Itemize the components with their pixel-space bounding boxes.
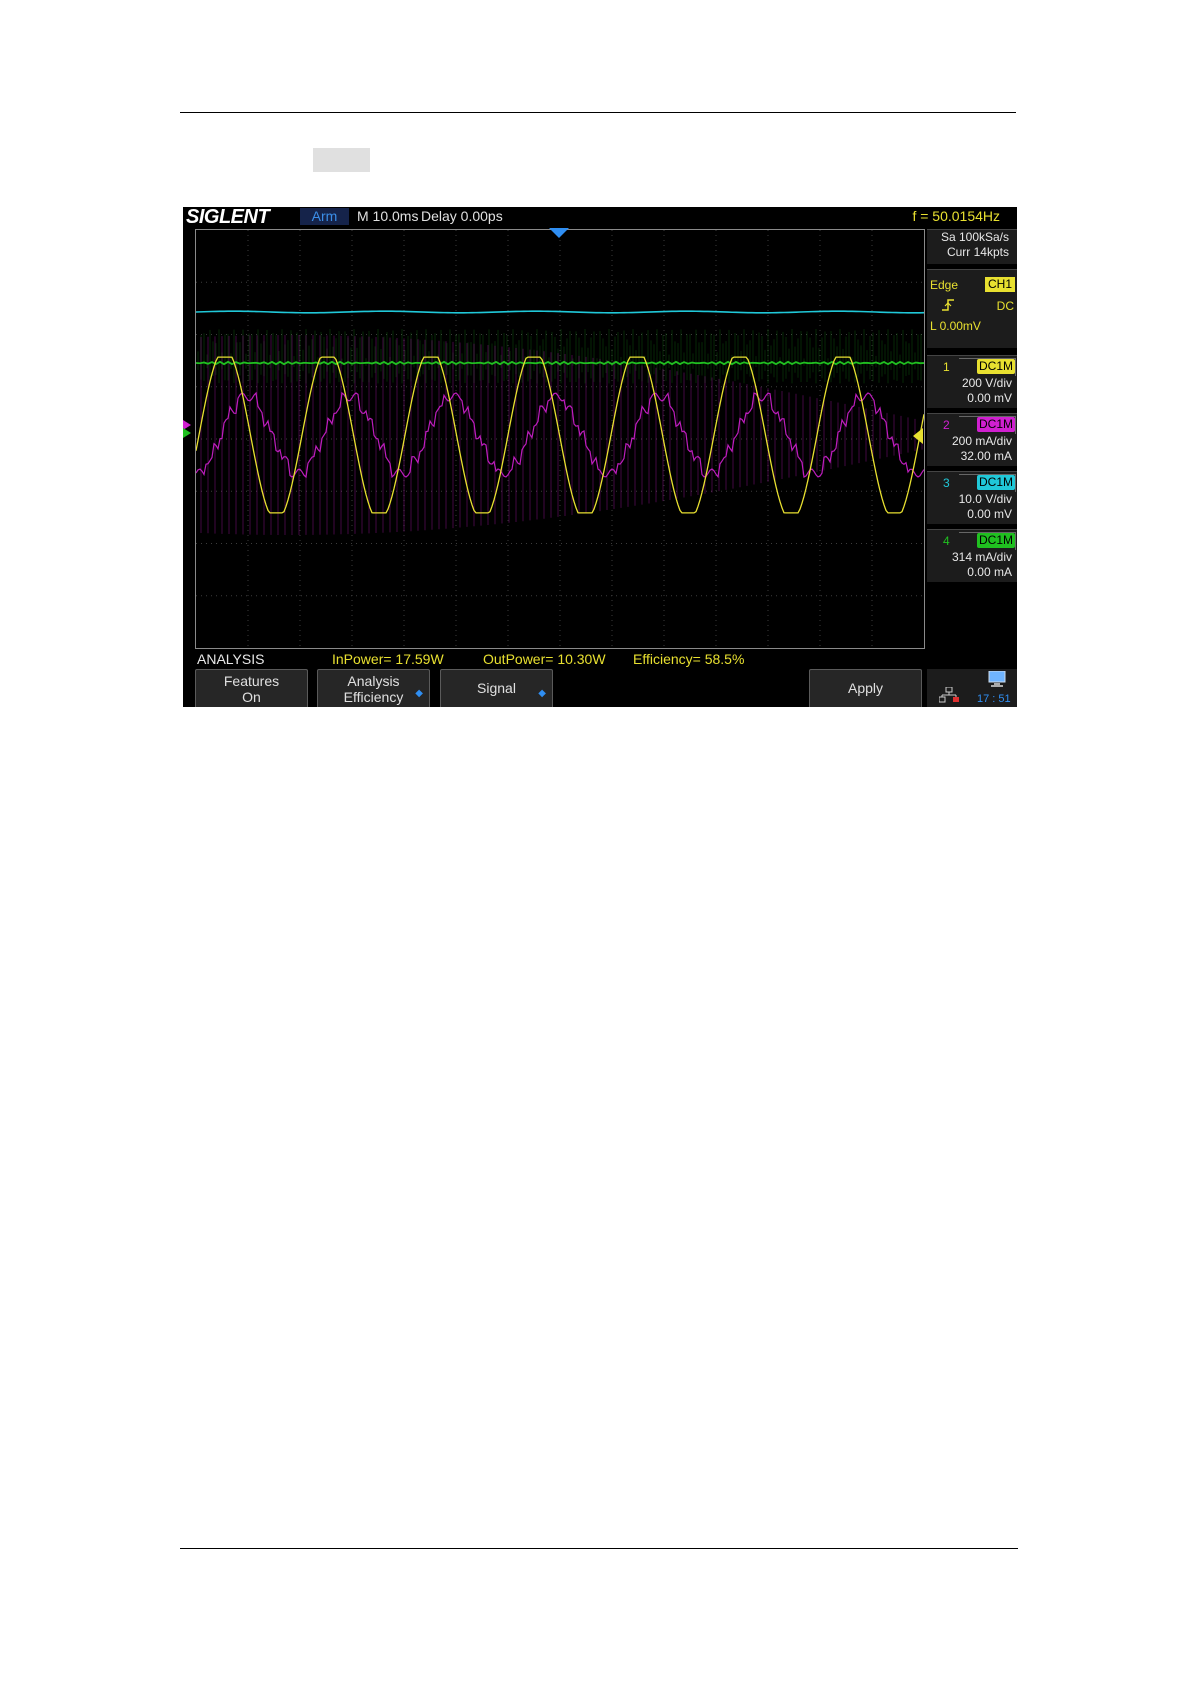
channel-3-trace [196, 310, 924, 314]
channel-3-info[interactable]: 3 DC1M 10.0 V/div 0.00 mV [927, 471, 1017, 524]
channel-coupling: DC1M [976, 475, 1015, 490]
trigger-type: Edge [930, 278, 959, 292]
channel-4-trace [196, 360, 924, 366]
channel-2-info[interactable]: 2 DC1M 200 mA/div 32.00 mA [927, 413, 1017, 466]
menu-arrow-icon: ◆ [415, 688, 423, 699]
channel-number: 4 [943, 534, 950, 548]
frequency-readout: f = 50.0154Hz [912, 208, 1000, 224]
highlight-box [313, 148, 370, 172]
channel-coupling: DC1M [976, 417, 1015, 432]
trigger-coupling: DC [996, 299, 1014, 313]
waveform-grid[interactable] [195, 229, 925, 649]
channel-4-info[interactable]: 4 DC1M 314 mA/div 0.00 mA [927, 529, 1017, 582]
channel-offset: 0.00 mV [967, 391, 1012, 405]
rising-edge-icon [941, 298, 955, 315]
channel-number: 1 [943, 360, 950, 374]
channel-markers [183, 420, 191, 438]
run-state[interactable]: Arm [300, 208, 349, 225]
trigger-level: L 0.00mV [930, 319, 981, 333]
channel-offset: 32.00 mA [960, 449, 1012, 463]
channel-offset: 0.00 mV [967, 507, 1012, 521]
trigger-source: CH1 [984, 277, 1015, 292]
analysis-label: ANALYSIS [197, 651, 265, 667]
channel-number: 2 [943, 418, 950, 432]
channel-scale: 200 V/div [961, 376, 1012, 390]
output-power: OutPower= 10.30W [483, 651, 606, 667]
siglent-logo: SIGLENT [186, 207, 270, 228]
top-bar: SIGLENT Arm M 10.0ms Delay 0.00ps f = 50… [183, 207, 1017, 228]
analysis-status-line: ANALYSIS InPower= 17.59W OutPower= 10.30… [183, 649, 1017, 669]
timebase: M 10.0ms [357, 208, 419, 224]
efficiency: Efficiency= 58.5% [633, 651, 745, 667]
channel-scale: 10.0 V/div [958, 492, 1012, 506]
sample-rate: Sa 100kSa/s [940, 230, 1009, 244]
channel-1-info[interactable]: 1 DC1M 200 V/div 0.00 mV [927, 355, 1017, 408]
apply-softkey[interactable]: Apply [809, 669, 922, 707]
memory-depth: Curr 14kpts [946, 245, 1009, 259]
channel-scale: 200 mA/div [951, 434, 1012, 448]
delay: Delay 0.00ps [421, 208, 503, 224]
footer-rule [180, 1548, 1018, 1549]
trigger-position-marker[interactable] [549, 228, 569, 238]
channel-coupling: DC1M [976, 533, 1015, 548]
input-power: InPower= 17.59W [332, 651, 444, 667]
header-rule [180, 112, 1016, 113]
clock: 17 : 51 [977, 693, 1011, 705]
channel-number: 3 [943, 476, 950, 490]
menu-arrow-icon: ◆ [538, 688, 546, 699]
acquisition-info: Sa 100kSa/s Curr 14kpts [927, 229, 1017, 264]
signal-softkey[interactable]: Signal ◆ [440, 669, 553, 707]
channel-coupling: DC1M [976, 359, 1015, 374]
features-softkey[interactable]: Features On [195, 669, 308, 707]
waveform-display [196, 230, 924, 648]
network-icon[interactable] [938, 686, 959, 707]
oscilloscope-screen: SIGLENT Arm M 10.0ms Delay 0.00ps f = 50… [183, 207, 1017, 707]
channel-offset: 0.00 mA [967, 565, 1012, 579]
analysis-softkey[interactable]: Analysis Efficiency ◆ [317, 669, 430, 707]
trigger-info[interactable]: Edge CH1 DC L 0.00mV [927, 269, 1017, 348]
channel-scale: 314 mA/div [951, 550, 1012, 564]
trigger-level-marker[interactable] [913, 428, 923, 444]
system-tray: 17 : 51 [927, 669, 1017, 707]
computer-icon[interactable] [987, 670, 1007, 692]
